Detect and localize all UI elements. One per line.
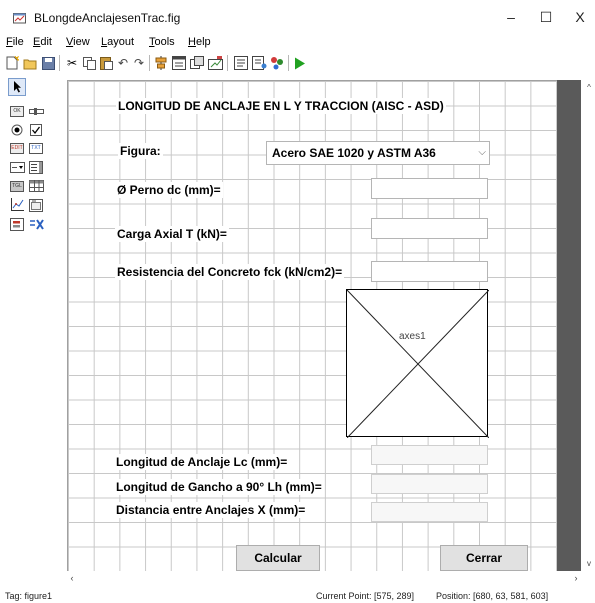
open-folder-icon[interactable] — [22, 55, 38, 71]
minimize-button[interactable]: – — [496, 4, 526, 30]
property-inspector-icon[interactable] — [251, 55, 267, 71]
chevron-down-icon: ⌵ — [478, 147, 486, 158]
status-tag: Tag: figure1 — [5, 591, 53, 601]
scroll-down-icon[interactable]: v — [583, 558, 595, 570]
title-bar: BLongdeAnclajesenTrac.fig – ☐ X — [0, 0, 595, 34]
redo-icon[interactable]: ↷ — [131, 55, 147, 71]
menu-layout[interactable]: Layout — [101, 36, 134, 48]
copy-icon[interactable] — [81, 55, 97, 71]
gui-title-text[interactable]: LONGITUD DE ANCLAJE EN L Y TRACCION (AIS… — [116, 98, 446, 114]
status-bar: Tag: figure1 Current Point: [575, 289] P… — [0, 589, 595, 603]
window-title: BLongdeAnclajesenTrac.fig — [34, 11, 181, 25]
menu-editor-icon[interactable] — [171, 55, 187, 71]
toggle-button-icon[interactable]: TGL — [8, 178, 26, 194]
component-palette: OK EDIT TXT TGL — [0, 78, 64, 586]
resistencia-label[interactable]: Resistencia del Concreto fck (kN/cm2)= — [115, 264, 345, 280]
figura-popup-menu[interactable]: Acero SAE 1020 y ASTM A36 ⌵ — [266, 141, 490, 165]
panel-icon[interactable] — [27, 197, 45, 213]
menu-tools[interactable]: Tools — [149, 36, 175, 48]
lh-label[interactable]: Longitud de Gancho a 90° Lh (mm)= — [114, 479, 324, 495]
horizontal-scrollbar[interactable]: ‹ › — [64, 571, 583, 585]
figura-label[interactable]: Figura: — [118, 143, 163, 159]
scroll-left-icon[interactable]: ‹ — [66, 571, 78, 585]
resistencia-edit-field[interactable] — [371, 261, 488, 282]
perno-label[interactable]: Ø Perno dc (mm)= — [115, 182, 223, 198]
object-browser-icon[interactable] — [269, 55, 285, 71]
maximize-button[interactable]: ☐ — [531, 4, 561, 30]
figure-resize-edge[interactable] — [557, 80, 581, 571]
paste-icon[interactable] — [98, 55, 114, 71]
cut-icon[interactable]: ✂ — [64, 55, 80, 71]
figure-app-icon — [13, 13, 26, 24]
status-current-point: Current Point: [575, 289] — [316, 591, 415, 601]
new-file-icon[interactable] — [4, 55, 20, 71]
checkbox-icon[interactable] — [27, 122, 45, 138]
lc-label[interactable]: Longitud de Anclaje Lc (mm)= — [114, 454, 290, 470]
slider-icon[interactable] — [27, 103, 45, 119]
align-icon[interactable] — [153, 55, 169, 71]
toolbar-editor-icon[interactable] — [207, 55, 223, 71]
axes1[interactable]: axes1 — [346, 289, 489, 438]
menu-edit[interactable]: Edit — [33, 36, 52, 48]
axes-icon[interactable] — [8, 197, 26, 213]
radio-button-icon[interactable] — [8, 122, 26, 138]
m-file-editor-icon[interactable] — [233, 55, 249, 71]
menu-bar: File Edit View Layout Tools Help — [0, 34, 595, 51]
scroll-up-icon[interactable]: ^ — [583, 82, 595, 94]
x-output-field[interactable] — [371, 502, 488, 522]
carga-label[interactable]: Carga Axial T (kN)= — [115, 226, 229, 242]
static-text-icon[interactable]: TXT — [27, 140, 45, 156]
axes-tag-label: axes1 — [399, 331, 426, 342]
perno-edit-field[interactable] — [371, 178, 488, 199]
listbox-icon[interactable] — [27, 159, 45, 175]
menu-help[interactable]: Help — [188, 36, 211, 48]
button-group-icon[interactable] — [8, 216, 26, 232]
undo-icon[interactable]: ↶ — [115, 55, 131, 71]
carga-edit-field[interactable] — [371, 218, 488, 239]
menu-view[interactable]: View — [66, 36, 90, 48]
figura-selected-value: Acero SAE 1020 y ASTM A36 — [272, 146, 436, 160]
toolbar: ✂ ↶ ↷ — [0, 52, 595, 74]
lc-output-field[interactable] — [371, 445, 488, 465]
popup-menu-icon[interactable] — [8, 159, 26, 175]
scroll-right-icon[interactable]: › — [570, 571, 582, 585]
calcular-button[interactable]: Calcular — [236, 545, 320, 571]
x-label[interactable]: Distancia entre Anclajes X (mm)= — [114, 502, 308, 518]
axes-placeholder-cross — [347, 290, 489, 438]
tab-order-icon[interactable] — [189, 55, 205, 71]
status-position: Position: [680, 63, 581, 603] — [436, 591, 549, 601]
activex-icon[interactable] — [27, 216, 45, 232]
menu-file[interactable]: File — [6, 36, 24, 48]
vertical-scrollbar[interactable]: ^ v — [583, 80, 595, 571]
cerrar-button[interactable]: Cerrar — [440, 545, 528, 571]
table-icon[interactable] — [27, 178, 45, 194]
close-button[interactable]: X — [565, 4, 595, 30]
run-icon[interactable] — [292, 55, 308, 71]
select-arrow-icon[interactable] — [8, 78, 26, 96]
save-icon[interactable] — [40, 55, 56, 71]
edit-text-icon[interactable]: EDIT — [8, 140, 26, 156]
lh-output-field[interactable] — [371, 474, 488, 494]
push-button-icon[interactable]: OK — [8, 103, 26, 119]
